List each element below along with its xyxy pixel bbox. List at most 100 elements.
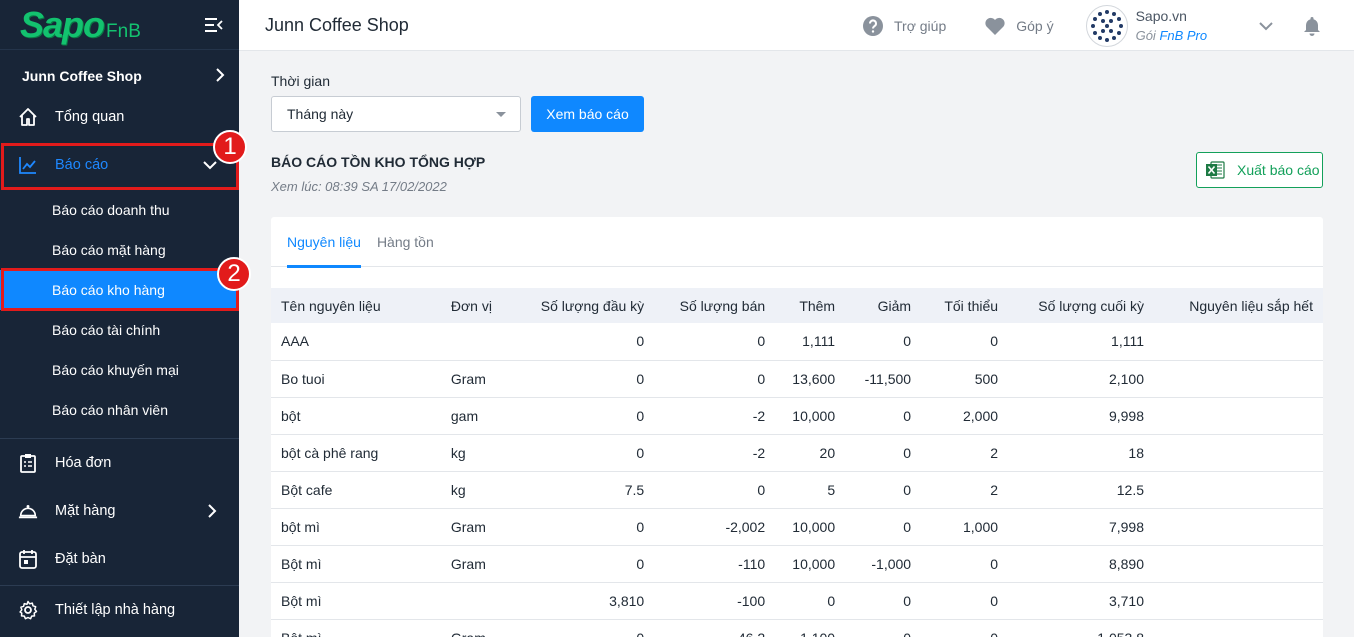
help-label: Trợ giúp bbox=[894, 17, 947, 34]
table-cell: -11,500 bbox=[845, 360, 922, 398]
export-label: Xuất báo cáo bbox=[1237, 162, 1320, 178]
table-cell: 3,810 bbox=[530, 582, 655, 620]
col-header[interactable]: Giảm bbox=[845, 288, 922, 323]
submenu-promotion-report[interactable]: Báo cáo khuyến mại bbox=[0, 350, 239, 390]
table-cell: -46.2 bbox=[654, 619, 776, 637]
table-cell: 8,890 bbox=[1008, 545, 1154, 583]
table-header-row: Tên nguyên liệu Đơn vị Số lượng đầu kỳ S… bbox=[271, 288, 1323, 323]
sidebar-item-invoices[interactable]: Hóa đơn bbox=[0, 439, 239, 487]
sidebar-item-settings[interactable]: Thiết lập nhà hàng bbox=[0, 586, 239, 634]
table-row[interactable]: Bo tuoi Gram 0 0 13,600 -11,500 500 2,100 bbox=[271, 360, 1323, 398]
table-cell: 0 bbox=[921, 545, 1009, 583]
table-cell bbox=[1154, 545, 1323, 583]
col-header[interactable]: Số lượng cuối kỳ bbox=[1008, 288, 1154, 323]
table-row[interactable]: bột mì Gram 0 -2,002 10,000 0 1,000 7,998 bbox=[271, 508, 1323, 546]
table-cell: 0 bbox=[845, 582, 922, 620]
table-cell bbox=[1154, 471, 1323, 509]
col-header[interactable]: Số lượng bán bbox=[654, 288, 776, 323]
plan-prefix: Gói bbox=[1135, 27, 1160, 43]
logo-main: Sapo bbox=[20, 3, 105, 45]
table-cell: -100 bbox=[654, 582, 776, 620]
table-cell: 9,998 bbox=[1008, 397, 1154, 435]
account-info: Sapo.vn Gói FnB Pro bbox=[1136, 7, 1208, 45]
table-cell bbox=[1154, 360, 1323, 398]
collapse-menu-icon[interactable] bbox=[203, 14, 225, 36]
account-plan: Gói FnB Pro bbox=[1136, 26, 1208, 45]
time-filter-label: Thời gian bbox=[271, 73, 330, 89]
col-header[interactable]: Đơn vị bbox=[440, 288, 531, 323]
col-header[interactable]: Tối thiểu bbox=[921, 288, 1009, 323]
sidebar: Sapo FnB Junn Coffee Shop Tổng quan Báo … bbox=[0, 0, 239, 637]
report-card: Nguyên liệu Hàng tồn Tên nguyên liệu Đơn… bbox=[271, 217, 1323, 637]
sidebar-item-label: Mặt hàng bbox=[55, 503, 116, 519]
sidebar-item-overview[interactable]: Tổng quan bbox=[0, 93, 239, 141]
table-cell: Gram bbox=[440, 508, 531, 546]
main-content: Thời gian Tháng này Xem báo cáo BÁO CÁO … bbox=[239, 51, 1354, 637]
table-cell: 0 bbox=[921, 582, 1009, 620]
table-cell bbox=[1154, 397, 1323, 435]
submenu-revenue-report[interactable]: Báo cáo doanh thu bbox=[0, 190, 239, 230]
sidebar-item-label: Tổng quan bbox=[55, 109, 125, 125]
submenu-staff-report[interactable]: Báo cáo nhân viên bbox=[0, 390, 239, 430]
view-report-button[interactable]: Xem báo cáo bbox=[531, 96, 644, 132]
chevron-right-icon bbox=[215, 67, 225, 85]
table-cell: 0 bbox=[845, 323, 922, 361]
table-row[interactable]: bột cà phê rang kg 0 -2 20 0 2 18 bbox=[271, 434, 1323, 472]
table-row[interactable]: AAA 0 0 1,111 0 0 1,111 bbox=[271, 323, 1323, 361]
table-cell: 2,100 bbox=[1008, 360, 1154, 398]
account-menu[interactable]: Sapo.vn Gói FnB Pro bbox=[1085, 4, 1322, 47]
submenu-product-report[interactable]: Báo cáo mặt hàng bbox=[0, 230, 239, 270]
table-row[interactable]: Bột cafe kg 7.5 0 5 0 2 12.5 bbox=[271, 471, 1323, 509]
chevron-down-icon[interactable] bbox=[1259, 21, 1273, 31]
sidebar-item-products[interactable]: Mặt hàng bbox=[0, 487, 239, 535]
table-row[interactable]: Bột mì 3,810 -100 0 0 0 3,710 bbox=[271, 582, 1323, 620]
calendar-icon bbox=[18, 549, 38, 569]
caret-down-icon bbox=[496, 112, 506, 117]
heart-icon bbox=[984, 16, 1006, 36]
table-cell: 0 bbox=[845, 508, 922, 546]
table-cell: 0 bbox=[775, 582, 846, 620]
home-icon bbox=[18, 107, 38, 127]
tab-stock-items[interactable]: Hàng tồn bbox=[377, 217, 434, 267]
table-cell: 5 bbox=[775, 471, 846, 509]
chevron-right-icon bbox=[207, 504, 217, 518]
sidebar-item-label: Thiết lập nhà hàng bbox=[55, 602, 176, 618]
table-cell: 7,998 bbox=[1008, 508, 1154, 546]
export-report-button[interactable]: Xuất báo cáo bbox=[1196, 152, 1323, 188]
top-header: Junn Coffee Shop Trợ giúp Góp ý Sapo.vn … bbox=[239, 0, 1354, 51]
time-filter-value: Tháng này bbox=[287, 106, 354, 122]
sidebar-item-label: Hóa đơn bbox=[55, 455, 112, 471]
tab-ingredients[interactable]: Nguyên liệu bbox=[287, 217, 361, 268]
col-header[interactable]: Nguyên liệu sắp hết bbox=[1154, 288, 1323, 323]
time-filter-select[interactable]: Tháng này bbox=[271, 96, 521, 132]
feedback-link[interactable]: Góp ý bbox=[984, 16, 1054, 36]
table-cell: 0 bbox=[530, 360, 655, 398]
table-cell: 1,000 bbox=[921, 508, 1009, 546]
table-cell: kg bbox=[440, 471, 531, 509]
bell-icon[interactable] bbox=[1303, 16, 1321, 36]
col-header[interactable]: Tên nguyên liệu bbox=[271, 288, 441, 323]
col-header[interactable]: Số lượng đầu kỳ bbox=[530, 288, 655, 323]
table-cell: Bo tuoi bbox=[271, 360, 441, 398]
table-cell: 0 bbox=[530, 434, 655, 472]
highlight-box-reports bbox=[1, 143, 239, 190]
help-link[interactable]: Trợ giúp bbox=[862, 15, 946, 37]
table-cell: 2 bbox=[921, 434, 1009, 472]
table-cell: Gram bbox=[440, 360, 531, 398]
col-header[interactable]: Thêm bbox=[775, 288, 846, 323]
submenu-finance-report[interactable]: Báo cáo tài chính bbox=[0, 310, 239, 350]
table-cell: 0 bbox=[530, 323, 655, 361]
table-row[interactable]: Bột mì Gram 0 -110 10,000 -1,000 0 8,890 bbox=[271, 545, 1323, 583]
table-cell: 0 bbox=[530, 508, 655, 546]
table-cell: 2,000 bbox=[921, 397, 1009, 435]
table-row[interactable]: bột gam 0 -2 10,000 0 2,000 9,998 bbox=[271, 397, 1323, 435]
table-row[interactable]: Bột mìGram0-46.21,100001,053.8 bbox=[271, 619, 1323, 637]
sidebar-item-tables[interactable]: Đặt bàn bbox=[0, 535, 239, 583]
sapo-fnb-logo[interactable]: Sapo FnB bbox=[20, 3, 141, 45]
table-cell: 12.5 bbox=[1008, 471, 1154, 509]
table-cell: 0 bbox=[530, 619, 655, 637]
highlight-box-inventory-report bbox=[1, 268, 239, 311]
table-cell: Gram bbox=[440, 619, 531, 637]
table-cell: 0 bbox=[845, 471, 922, 509]
table-cell: 1,053.8 bbox=[1008, 619, 1154, 637]
